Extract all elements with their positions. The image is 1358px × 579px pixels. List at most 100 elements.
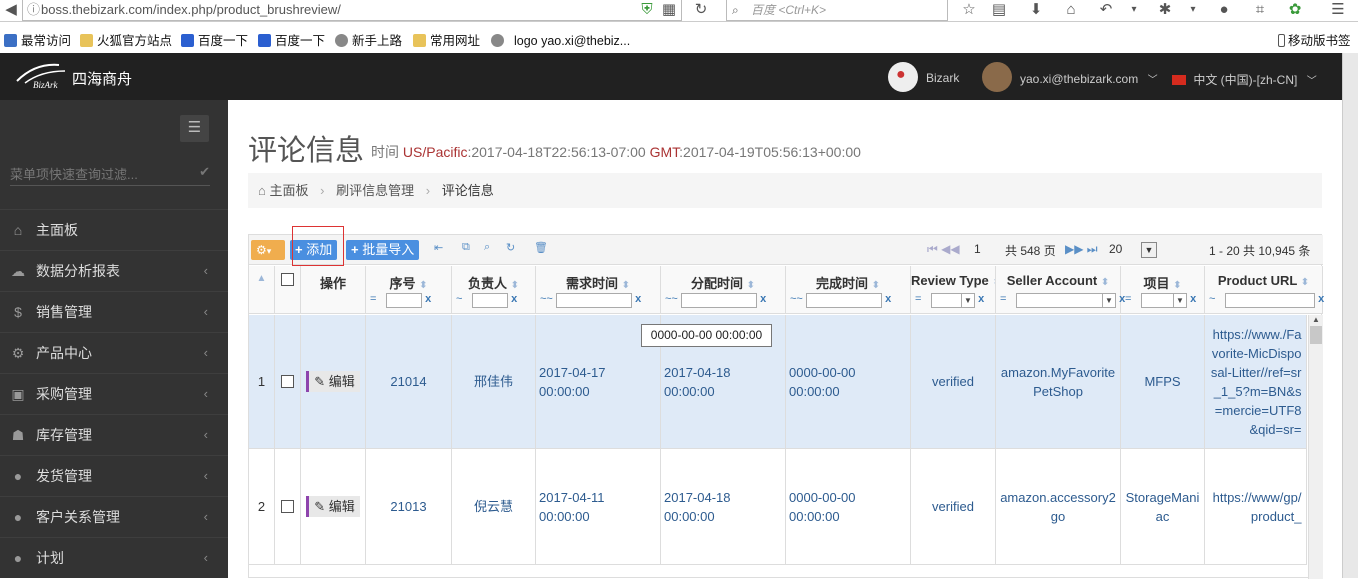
clear-filter-icon[interactable]: x <box>1318 293 1324 305</box>
copy-icon[interactable]: ⧉ <box>462 241 470 254</box>
sidebar-item[interactable]: ● 计划 ‹ <box>0 537 228 578</box>
clear-filter-icon[interactable]: x <box>978 293 984 305</box>
column-header[interactable]: Seller Account ⬍ = ▼ x <box>996 266 1125 314</box>
bookmark-item[interactable]: logo yao.xi@thebiz... <box>491 33 630 49</box>
trash-icon[interactable]: 🗑 <box>534 241 548 254</box>
address-bar[interactable]: ⓘ boss.thebizark.com/index.php/product_b… <box>22 0 682 21</box>
edit-button[interactable]: ✎ 编辑 <box>306 371 360 392</box>
clear-filter-icon[interactable]: x <box>1190 293 1196 305</box>
refresh-icon[interactable]: ↻ <box>506 241 515 254</box>
filter-select[interactable]: ▼ <box>931 293 975 308</box>
cell-url[interactable]: https://www/gp/product_ <box>1210 488 1302 526</box>
scroll-up-icon[interactable]: ▲ <box>1309 315 1323 324</box>
filter-input[interactable] <box>806 293 882 308</box>
column-header[interactable]: 完成时间 ⬍ ~~ x <box>786 266 911 314</box>
sidebar-item[interactable]: ● 客户关系管理 ‹ <box>0 496 228 537</box>
chat-icon[interactable]: ● <box>1215 1 1233 19</box>
column-header[interactable]: 需求时间 ⬍ ~~ x <box>536 266 661 314</box>
sidebar-item[interactable]: $ 销售管理 ‹ <box>0 291 228 332</box>
page-size-dropdown[interactable]: ▼ <box>1141 242 1157 258</box>
sidebar-toggle-icon[interactable]: ☰ <box>180 115 209 142</box>
bug-icon[interactable]: ✱ <box>1156 1 1174 19</box>
column-header[interactable]: 操作 <box>301 266 366 314</box>
dropdown-icon[interactable]: ▾ <box>1125 1 1143 19</box>
next-page-icon[interactable]: ▶▶ ⏭ <box>1065 242 1098 257</box>
page-scrollbar[interactable] <box>1342 53 1358 578</box>
check-icon[interactable]: ✔ <box>199 164 210 180</box>
filter-input[interactable] <box>681 293 757 308</box>
filter-input[interactable] <box>1225 293 1315 308</box>
star-icon[interactable]: ☆ <box>960 1 978 19</box>
sidebar-item[interactable]: ☁ 数据分析报表 ‹ <box>0 250 228 291</box>
clear-filter-icon[interactable]: x <box>425 293 431 305</box>
column-header[interactable]: Review Type ⬍ = ▼ x <box>911 266 996 314</box>
crop-icon[interactable]: ⌗ <box>1251 1 1269 19</box>
column-header[interactable]: 负责人 ⬍ ~ x <box>452 266 536 314</box>
company-name[interactable]: Bizark <box>926 71 959 85</box>
company-avatar[interactable]: ● <box>888 62 918 92</box>
dropdown-icon[interactable]: ▾ <box>1184 1 1202 19</box>
row-checkbox[interactable] <box>281 500 294 513</box>
home-browser-icon[interactable]: ⌂ <box>1062 1 1080 19</box>
edit-label: 编辑 <box>328 499 355 514</box>
column-header[interactable]: 序号 ⬍ = x <box>366 266 452 314</box>
page-size[interactable]: 20 <box>1109 242 1122 256</box>
cell-url[interactable]: https://www./Favorite-MicDisposal-Litter… <box>1210 325 1302 439</box>
sidebar-item[interactable]: ☗ 库存管理 ‹ <box>0 414 228 455</box>
filter-select[interactable]: ▼ <box>1141 293 1187 308</box>
bulk-import-button[interactable]: + 批量导入 <box>346 240 420 260</box>
menu-filter-input[interactable]: 菜单项快速查询过滤... ✔ <box>10 164 210 186</box>
search-icon[interactable]: ⌕ <box>484 241 490 254</box>
back-icon[interactable]: ◀ <box>2 1 20 19</box>
bookmark-item[interactable]: 新手上路 <box>335 33 402 49</box>
column-header[interactable]: 分配时间 ⬍ ~~ x <box>661 266 786 314</box>
language-menu[interactable]: 中文 (中国)-[zh-CN] ﹀ <box>1172 71 1317 88</box>
filter-select[interactable]: ▼ <box>1016 293 1116 308</box>
download-icon[interactable]: ⬇ <box>1027 1 1045 19</box>
settings-button[interactable]: ⚙▾ <box>251 240 285 260</box>
undo-icon[interactable]: ↶ <box>1097 1 1115 19</box>
bookmark-item[interactable]: 百度一下 <box>258 33 325 49</box>
user-menu[interactable]: yao.xi@thebizark.com ﹀ <box>1020 71 1158 86</box>
extension-icon[interactable]: ✿ <box>1286 1 1304 19</box>
qrcode-icon[interactable]: ▦ <box>660 1 678 19</box>
page-current[interactable]: 1 <box>974 242 981 256</box>
vertical-scrollbar[interactable]: ▲ <box>1308 315 1323 579</box>
bookmark-item[interactable]: 火狐官方站点 <box>80 33 172 49</box>
clear-filter-icon[interactable]: x <box>511 293 517 305</box>
column-header[interactable]: 项目 ⬍ = ▼ x <box>1121 266 1205 314</box>
first-page-icon[interactable]: ⏮ ◀◀ <box>927 242 960 257</box>
filter-input[interactable] <box>386 293 422 308</box>
bookmark-item[interactable]: 百度一下 <box>181 33 248 49</box>
bizark-logo[interactable]: BizArk <box>15 59 71 90</box>
filter-input[interactable] <box>556 293 632 308</box>
reader-icon[interactable]: ▤ <box>990 1 1008 19</box>
sidebar-item[interactable]: ▣ 采购管理 ‹ <box>0 373 228 414</box>
scroll-thumb[interactable] <box>1310 326 1322 344</box>
reload-icon[interactable]: ↻ <box>692 1 710 19</box>
sidebar-item[interactable]: ● 发货管理 ‹ <box>0 455 228 496</box>
table-row[interactable]: 1 ✎ 编辑 21014 邢佳伟 2017-04-17 00:00:00 2017-04-… <box>249 315 1307 449</box>
first-col-icon[interactable]: ⇤ <box>434 241 443 254</box>
menu-icon[interactable]: ☰ <box>1329 1 1347 19</box>
shield-icon[interactable]: ⛨ <box>638 1 656 19</box>
sort-up-icon[interactable]: ▲ <box>249 273 274 284</box>
filter-input[interactable] <box>472 293 508 308</box>
select-all-checkbox[interactable] <box>281 273 294 286</box>
row-checkbox[interactable] <box>281 375 294 388</box>
user-avatar[interactable] <box>982 62 1012 92</box>
search-input[interactable]: ⌕ 百度 <Ctrl+K> <box>726 0 948 21</box>
table-row[interactable]: 2 ✎ 编辑 21013 倪云慧 2017-04-11 00:00:00 2017-04-… <box>249 449 1307 565</box>
column-header[interactable]: Product URL ⬍ ~ x <box>1205 266 1324 314</box>
breadcrumb-parent[interactable]: 刷评信息管理 <box>336 183 414 198</box>
sidebar-item[interactable]: ⌂ 主面板 <box>0 209 228 250</box>
bookmark-item[interactable]: 常用网址 <box>413 33 480 49</box>
mobile-bookmarks[interactable]: 移动版书签 <box>1278 33 1351 49</box>
bookmark-item[interactable]: 最常访问 <box>4 33 71 49</box>
edit-button[interactable]: ✎ 编辑 <box>306 496 360 517</box>
clear-filter-icon[interactable]: x <box>885 293 891 305</box>
breadcrumb-home[interactable]: 主面板 <box>269 183 308 198</box>
clear-filter-icon[interactable]: x <box>635 293 641 305</box>
sidebar-item[interactable]: ⚙ 产品中心 ‹ <box>0 332 228 373</box>
clear-filter-icon[interactable]: x <box>760 293 766 305</box>
